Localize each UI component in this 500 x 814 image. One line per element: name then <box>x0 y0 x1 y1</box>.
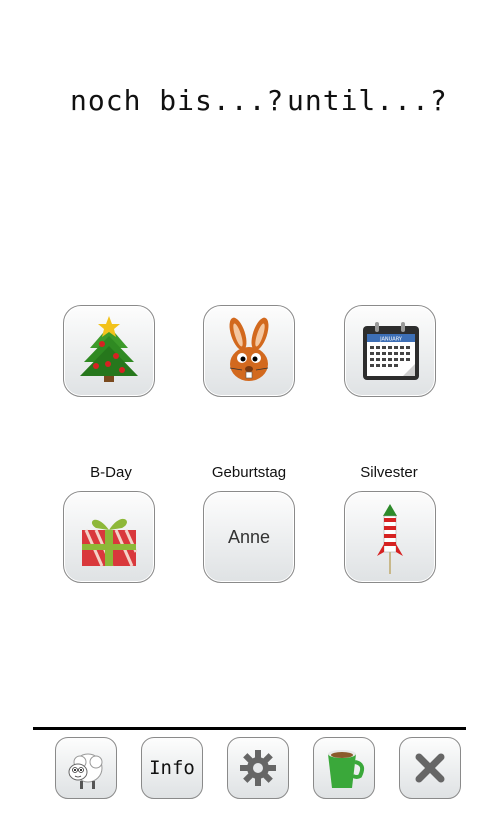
anne-label: Anne <box>227 526 271 547</box>
christmas-tile[interactable] <box>63 305 155 397</box>
close-icon <box>415 753 445 783</box>
bday-tile[interactable] <box>63 491 155 583</box>
caption-geburtstag: Geburtstag <box>211 464 287 481</box>
silvester-tile[interactable] <box>344 491 436 583</box>
christmas-tree-icon <box>80 316 138 382</box>
coffee-cup-icon <box>328 750 365 788</box>
close-button[interactable] <box>399 737 461 799</box>
title-until: until...? <box>287 84 448 117</box>
firework-rocket-icon <box>377 504 403 574</box>
info-label: Info <box>149 757 195 779</box>
caption-silvester: Silvester <box>360 464 418 481</box>
easter-tile[interactable] <box>203 305 295 397</box>
settings-button[interactable] <box>227 737 289 799</box>
coffee-button[interactable] <box>313 737 375 799</box>
info-button[interactable]: Info <box>141 737 203 799</box>
geburtstag-anne-tile[interactable]: Anne <box>203 491 295 583</box>
title-noch-bis: noch bis...? <box>70 84 285 117</box>
gift-icon <box>82 518 138 567</box>
easter-bunny-icon <box>229 317 269 381</box>
toolbar-divider <box>33 727 466 730</box>
calendar-icon: JANUARY <box>363 322 419 380</box>
caption-bday: B-Day <box>90 464 132 481</box>
sheep-button[interactable] <box>55 737 117 799</box>
gear-icon <box>240 750 276 786</box>
calendar-tile[interactable]: JANUARY <box>344 305 436 397</box>
calendar-month-label: JANUARY <box>379 337 403 343</box>
sheep-icon <box>68 753 103 789</box>
